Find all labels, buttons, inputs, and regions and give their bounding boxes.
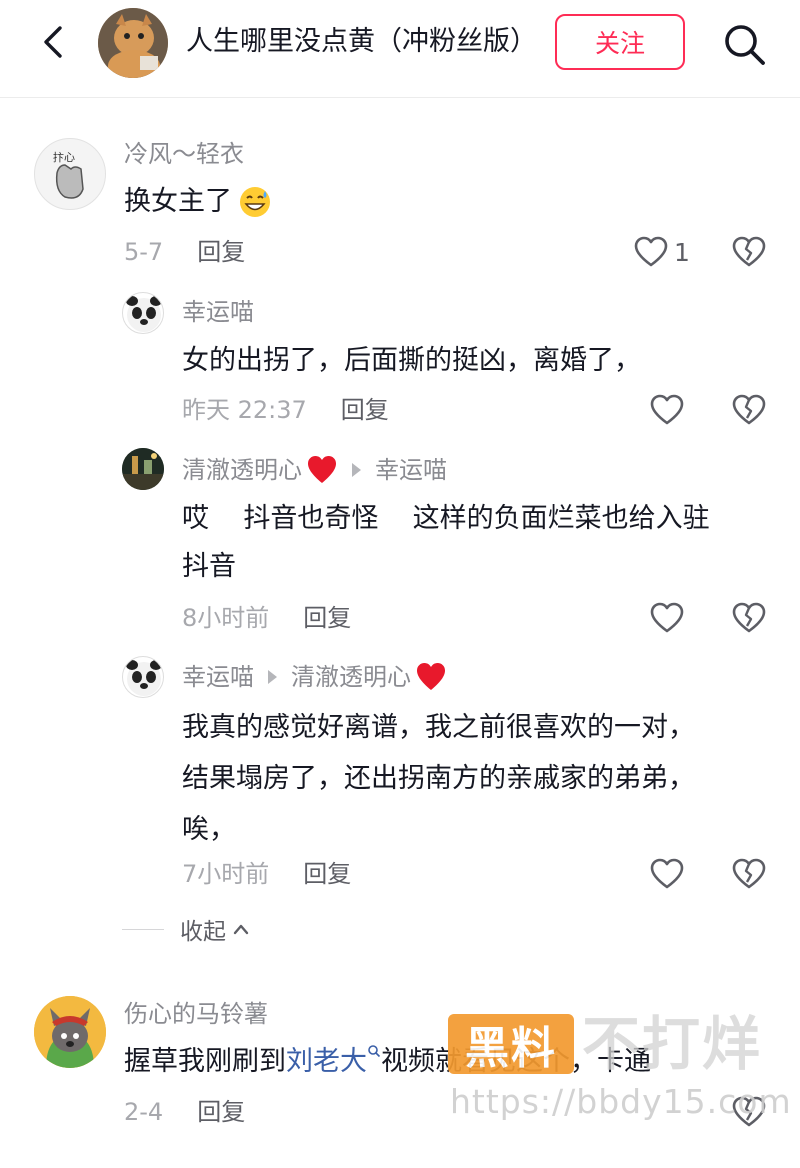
comment-username: 幸运喵 清澈透明心 <box>182 661 447 693</box>
red-heart-emoji-icon <box>415 661 447 693</box>
avatar[interactable] <box>34 996 106 1068</box>
grinning-sweat-emoji-icon <box>238 185 272 219</box>
comment-date: 5-7 <box>124 238 164 266</box>
comment-meta: 7小时前 回复 <box>182 858 351 890</box>
channel-avatar[interactable] <box>98 8 168 78</box>
reply-button[interactable]: 回复 <box>197 1096 245 1128</box>
comment-text-content: 换女主了 <box>124 186 232 217</box>
avatar[interactable] <box>122 656 164 698</box>
divider <box>122 928 164 930</box>
like-count: 1 <box>674 237 690 267</box>
top-bar: 人生哪里没点黄（冲粉丝版） 关注 <box>0 0 800 98</box>
broken-heart-icon[interactable] <box>732 394 766 430</box>
like-button[interactable] <box>650 858 684 890</box>
broken-heart-icon[interactable] <box>732 236 766 272</box>
comment-meta: 2-4 回复 <box>124 1096 245 1128</box>
broken-heart-icon[interactable] <box>732 602 766 638</box>
like-button[interactable] <box>650 602 684 634</box>
follow-button[interactable]: 关注 <box>555 14 685 70</box>
reply-username[interactable]: 幸运喵 <box>182 661 254 693</box>
collapse-label: 收起 <box>180 919 226 945</box>
reply-button[interactable]: 回复 <box>303 858 351 890</box>
comment-date: 7小时前 <box>182 860 270 888</box>
comment-username[interactable]: 幸运喵 <box>182 296 254 328</box>
reply-button[interactable]: 回复 <box>341 394 389 426</box>
like-button[interactable]: 1 <box>634 236 690 268</box>
search-icon[interactable] <box>720 20 768 68</box>
avatar-text: 抃心 <box>53 150 75 164</box>
comment-meta: 5-7 回复 <box>124 236 245 268</box>
channel-title[interactable]: 人生哪里没点黄（冲粉丝版） <box>186 24 537 60</box>
comment-text-line: 我真的感觉好离谱，我之前很喜欢的一对， <box>182 712 695 743</box>
comment-date: 2-4 <box>124 1098 164 1126</box>
heart-icon <box>650 858 684 889</box>
reply-to-username[interactable]: 幸运喵 <box>375 454 447 486</box>
red-heart-emoji-icon <box>306 454 338 486</box>
collapse-replies-button[interactable]: 收起 <box>122 912 250 946</box>
comment-text-content: 视频就看见这个，卡通 <box>381 1046 651 1077</box>
comment-meta: 昨天 22:37 回复 <box>182 394 389 426</box>
heart-icon <box>650 602 684 633</box>
comment-text: 女的出拐了，后面撕的挺凶，离婚了， <box>182 345 641 376</box>
chevron-up-icon <box>233 924 249 935</box>
comment-username[interactable]: 伤心的马铃薯 <box>124 998 268 1030</box>
mention-link[interactable]: 刘老大 <box>286 1046 367 1077</box>
comment-text-content: 握草我刚刷到 <box>124 1046 286 1077</box>
reply-username[interactable]: 清澈透明心 <box>182 454 302 486</box>
heart-icon <box>650 394 684 425</box>
like-button[interactable] <box>650 394 684 426</box>
reply-to-username[interactable]: 清澈透明心 <box>291 661 411 693</box>
reply-button[interactable]: 回复 <box>303 602 351 634</box>
comment-text-line: 哎 抖音也奇怪 这样的负面烂菜也给入驻 <box>182 503 710 534</box>
comment-text-line: 结果塌房了，还出拐南方的亲戚家的弟弟， <box>182 763 695 794</box>
reply-to-arrow-icon <box>352 463 361 477</box>
comment-date: 昨天 22:37 <box>182 396 307 424</box>
heart-icon <box>634 236 668 267</box>
search-icon <box>368 1045 381 1058</box>
comment-username[interactable]: 冷风～轻衣 <box>124 138 244 170</box>
avatar[interactable] <box>122 292 164 334</box>
broken-heart-icon[interactable] <box>732 1096 766 1132</box>
avatar[interactable] <box>122 448 164 490</box>
comment-text: 哎 抖音也奇怪 这样的负面烂菜也给入驻 抖音 <box>182 495 782 591</box>
broken-heart-icon[interactable] <box>732 858 766 894</box>
comment-text-line: 抖音 <box>182 551 236 582</box>
comment-meta: 8小时前 回复 <box>182 602 351 634</box>
avatar[interactable]: 抃心 <box>34 138 106 210</box>
comment-username: 清澈透明心 幸运喵 <box>182 454 447 486</box>
comment-text: 换女主了 <box>124 178 272 226</box>
comment-date: 8小时前 <box>182 604 270 632</box>
reply-button[interactable]: 回复 <box>197 236 245 268</box>
back-arrow-icon[interactable] <box>34 22 74 62</box>
comment-text-line: 唉， <box>182 814 236 845</box>
comment-text: 握草我刚刷到刘老大 视频就看见这个，卡通 <box>124 1038 651 1086</box>
comment-text: 我真的感觉好离谱，我之前很喜欢的一对， 结果塌房了，还出拐南方的亲戚家的弟弟， … <box>182 702 782 855</box>
reply-to-arrow-icon <box>268 670 277 684</box>
